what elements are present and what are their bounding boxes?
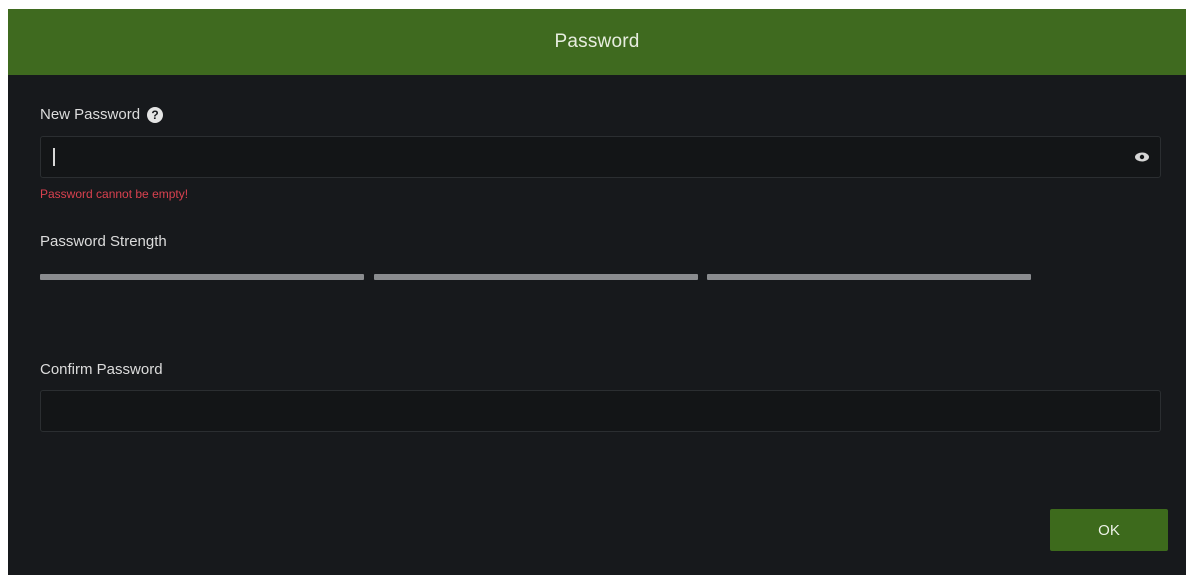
strength-bar-segment-3 — [707, 274, 1031, 280]
password-error-message: Password cannot be empty! — [40, 187, 189, 201]
password-dialog: Password New Password ? Password cannot … — [8, 9, 1186, 575]
strength-bar-segment-1 — [40, 274, 364, 280]
new-password-input[interactable] — [40, 136, 1161, 178]
dialog-title: Password — [554, 31, 640, 52]
strength-bar-segment-2 — [374, 274, 698, 280]
help-circle-icon[interactable]: ? — [147, 106, 164, 123]
new-password-label: New Password — [40, 106, 141, 123]
dialog-header: Password — [8, 9, 1186, 75]
password-strength-label: Password Strength — [40, 233, 167, 250]
confirm-password-label: Confirm Password — [40, 361, 163, 378]
text-cursor — [53, 148, 55, 166]
ok-button[interactable]: OK — [1050, 509, 1168, 551]
confirm-password-input[interactable] — [40, 390, 1161, 432]
new-password-label-row: New Password ? — [40, 106, 164, 123]
eye-icon[interactable] — [1134, 151, 1150, 163]
